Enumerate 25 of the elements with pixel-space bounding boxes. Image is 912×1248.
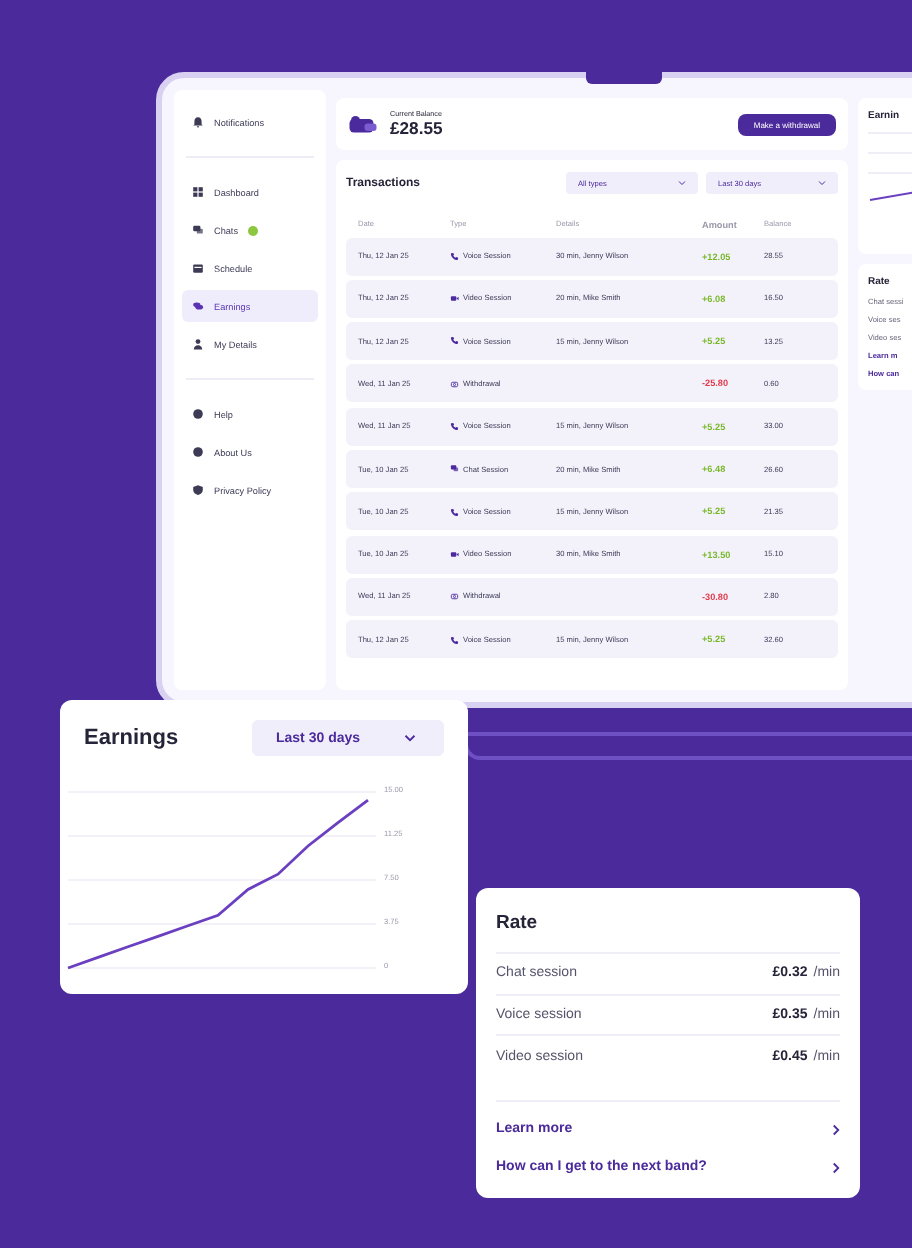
chevron-right-icon: [832, 1123, 840, 1136]
chat-icon: [450, 464, 459, 474]
calendar-icon: [192, 262, 204, 274]
chevron-icon: [678, 180, 686, 186]
bell-icon: [192, 116, 204, 128]
chevron-right-icon: [832, 1161, 840, 1174]
video-icon: [450, 294, 459, 304]
chat-icon: [192, 224, 204, 236]
balance-amount: £28.55: [390, 118, 445, 138]
rate-title: Rate: [496, 912, 540, 934]
phone-icon: [450, 251, 459, 261]
camera-notch: [586, 72, 662, 84]
video-icon: [450, 549, 459, 559]
phone-icon: [450, 507, 459, 517]
shield-icon: [192, 484, 204, 496]
grid-icon: [192, 186, 204, 198]
phone-icon: [450, 635, 459, 645]
earnings-title: Earnings: [84, 726, 179, 750]
phone-icon: [450, 422, 459, 432]
cash-icon: [192, 300, 204, 312]
chevron-icon: [404, 734, 416, 742]
wallet-icon: [348, 113, 378, 135]
person-icon: [192, 338, 204, 350]
phone-icon: [450, 336, 459, 346]
chevron-icon: [818, 180, 826, 186]
